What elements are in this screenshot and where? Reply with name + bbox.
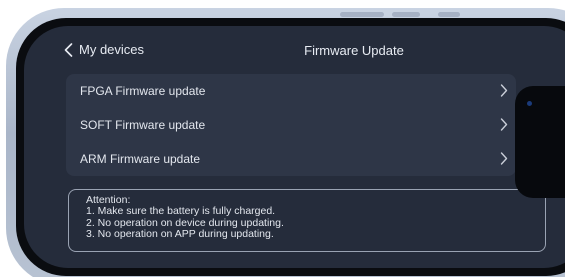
attention-notice: Attention: 1. Make sure the battery is f… bbox=[68, 189, 546, 252]
screenshot-stage: My devices Firmware Update FPGA Firmware… bbox=[0, 0, 565, 277]
chevron-right-icon bbox=[500, 84, 508, 97]
chevron-right-icon bbox=[500, 152, 508, 165]
camera-notch bbox=[515, 86, 565, 198]
volume-up-button bbox=[340, 12, 384, 17]
chevron-right-icon bbox=[500, 118, 508, 131]
list-item-soft-firmware-update[interactable]: SOFT Firmware update bbox=[66, 108, 516, 142]
list-item-fpga-firmware-update[interactable]: FPGA Firmware update bbox=[66, 74, 516, 108]
attention-line: 3. No operation on APP during updating. bbox=[86, 227, 274, 240]
app-screen: My devices Firmware Update FPGA Firmware… bbox=[24, 26, 565, 268]
back-button[interactable]: My devices bbox=[64, 42, 144, 57]
phone-bezel: My devices Firmware Update FPGA Firmware… bbox=[16, 18, 565, 276]
list-item-arm-firmware-update[interactable]: ARM Firmware update bbox=[66, 142, 516, 176]
camera-lens bbox=[527, 101, 532, 106]
list-item-label: SOFT Firmware update bbox=[80, 118, 206, 132]
list-item-label: FPGA Firmware update bbox=[80, 84, 206, 98]
firmware-list: FPGA Firmware update SOFT Firmware updat… bbox=[66, 74, 516, 176]
power-button bbox=[438, 12, 460, 17]
back-label: My devices bbox=[79, 42, 145, 57]
attention-line: 1. Make sure the battery is fully charge… bbox=[86, 205, 276, 218]
list-item-label: ARM Firmware update bbox=[80, 152, 201, 166]
page-title: Firmware Update bbox=[304, 43, 404, 58]
chevron-left-icon bbox=[64, 42, 73, 57]
volume-down-button bbox=[392, 12, 420, 17]
phone-frame: My devices Firmware Update FPGA Firmware… bbox=[6, 8, 565, 277]
